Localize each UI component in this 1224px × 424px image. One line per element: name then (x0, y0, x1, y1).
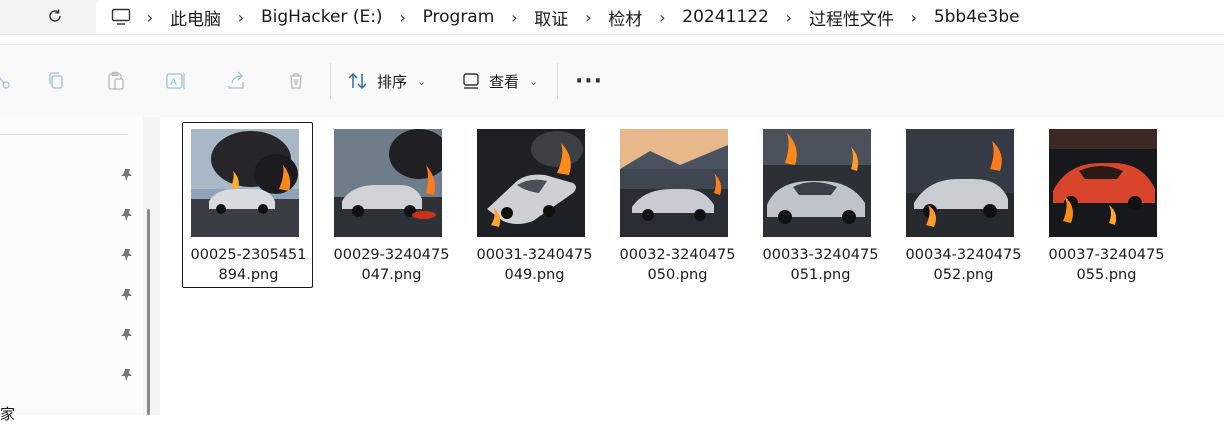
nav-scrollbar[interactable] (143, 117, 160, 415)
refresh-button[interactable] (44, 5, 66, 27)
image-thumbnail (1049, 129, 1157, 237)
chevron-down-icon: ⌄ (529, 74, 539, 88)
this-pc-crumb[interactable] (108, 8, 134, 26)
computer-icon (111, 8, 131, 25)
chevron-right-icon[interactable]: › (225, 8, 257, 27)
view-button[interactable]: 查看 ⌄ (461, 67, 538, 95)
crumb-drive[interactable]: BigHacker (E:) (257, 7, 387, 27)
share-button[interactable] (224, 69, 248, 93)
crumb-date[interactable]: 20241122 (678, 7, 773, 27)
crumb-current-folder[interactable]: 5bb4e3be (930, 7, 1024, 27)
pin-icon[interactable] (119, 207, 135, 223)
toolbar-divider (557, 63, 558, 99)
refresh-icon (49, 9, 61, 22)
crumb-evidence[interactable]: 检材 (604, 5, 646, 30)
pin-icon[interactable] (119, 287, 135, 303)
chevron-right-icon[interactable]: › (773, 8, 805, 27)
chevron-right-icon[interactable]: › (134, 8, 166, 27)
nav-scrollbar-thumb[interactable] (147, 209, 150, 415)
crumb-program[interactable]: Program (419, 7, 499, 27)
chevron-right-icon[interactable]: › (572, 8, 604, 27)
file-name: 00025-2305451 894.png (190, 247, 307, 283)
address-bar: › 此电脑 › BigHacker (E:) › Program › 取证 › … (0, 0, 1224, 35)
copy-button[interactable] (44, 69, 68, 93)
image-thumbnail (191, 129, 299, 237)
file-name: 00029-3240475 047.png (333, 247, 450, 283)
rename-icon: A (166, 73, 185, 89)
view-label: 查看 (489, 72, 520, 91)
share-icon (228, 71, 244, 89)
file-tile[interactable]: 00034-3240475 052.png (897, 122, 1028, 288)
breadcrumb: › 此电脑 › BigHacker (E:) › Program › 取证 › … (96, 0, 1224, 34)
navigation-pane: 家 (0, 117, 160, 423)
file-tile[interactable]: 00029-3240475 047.png (325, 122, 456, 288)
chevron-down-icon: ⌄ (417, 74, 427, 88)
image-thumbnail (334, 129, 442, 237)
file-name: 00033-3240475 051.png (762, 247, 879, 283)
pin-icon[interactable] (119, 327, 135, 343)
file-tile[interactable]: 00032-3240475 050.png (611, 122, 742, 288)
file-tile[interactable]: 00037-3240475 055.png (1040, 122, 1171, 288)
chevron-right-icon[interactable]: › (387, 8, 419, 27)
file-tile[interactable]: 00033-3240475 051.png (754, 122, 885, 288)
nav-divider (0, 134, 128, 135)
file-tile[interactable]: 00031-3240475 049.png (468, 122, 599, 288)
toolbar-divider (330, 63, 331, 99)
pin-icon[interactable] (119, 367, 135, 383)
copy-icon (49, 72, 63, 89)
command-bar: A 排序 ⌄ 查看 ⌄ ··· (0, 44, 1224, 117)
file-name: 00032-3240475 050.png (619, 247, 736, 283)
crumb-this-pc[interactable]: 此电脑 (166, 5, 225, 30)
chevron-right-icon[interactable]: › (498, 8, 530, 27)
chevron-right-icon[interactable]: › (898, 8, 930, 27)
crumb-forensics[interactable]: 取证 (530, 5, 572, 30)
file-tile[interactable]: 00025-2305451 894.png (182, 122, 313, 288)
sort-button[interactable]: 排序 ⌄ (347, 67, 426, 95)
rename-button[interactable]: A (164, 69, 188, 93)
chevron-right-icon[interactable]: › (646, 8, 678, 27)
image-thumbnail (763, 129, 871, 237)
sort-label: 排序 (377, 72, 408, 91)
paste-icon (108, 71, 124, 90)
trash-icon (290, 73, 302, 89)
paste-button[interactable] (104, 69, 128, 93)
crumb-process-files[interactable]: 过程性文件 (805, 5, 898, 30)
view-icon (463, 73, 479, 89)
cut-button[interactable] (0, 69, 14, 93)
file-name: 00037-3240475 055.png (1048, 247, 1165, 283)
file-name: 00034-3240475 052.png (905, 247, 1022, 283)
image-thumbnail (620, 129, 728, 237)
scissors-icon (0, 76, 10, 89)
svg-text:A: A (170, 77, 177, 88)
sort-icon (348, 72, 367, 90)
nav-item-label[interactable]: 家 (0, 403, 15, 424)
image-thumbnail (477, 129, 585, 237)
pin-icon[interactable] (119, 247, 135, 263)
file-name: 00031-3240475 049.png (476, 247, 593, 283)
file-list: 00025-2305451 894.png 00029-3240475 047.pn… (160, 117, 1224, 415)
more-options-button[interactable]: ··· (574, 67, 604, 95)
image-thumbnail (906, 129, 1014, 237)
delete-button[interactable] (284, 69, 308, 93)
pin-icon[interactable] (119, 167, 135, 183)
